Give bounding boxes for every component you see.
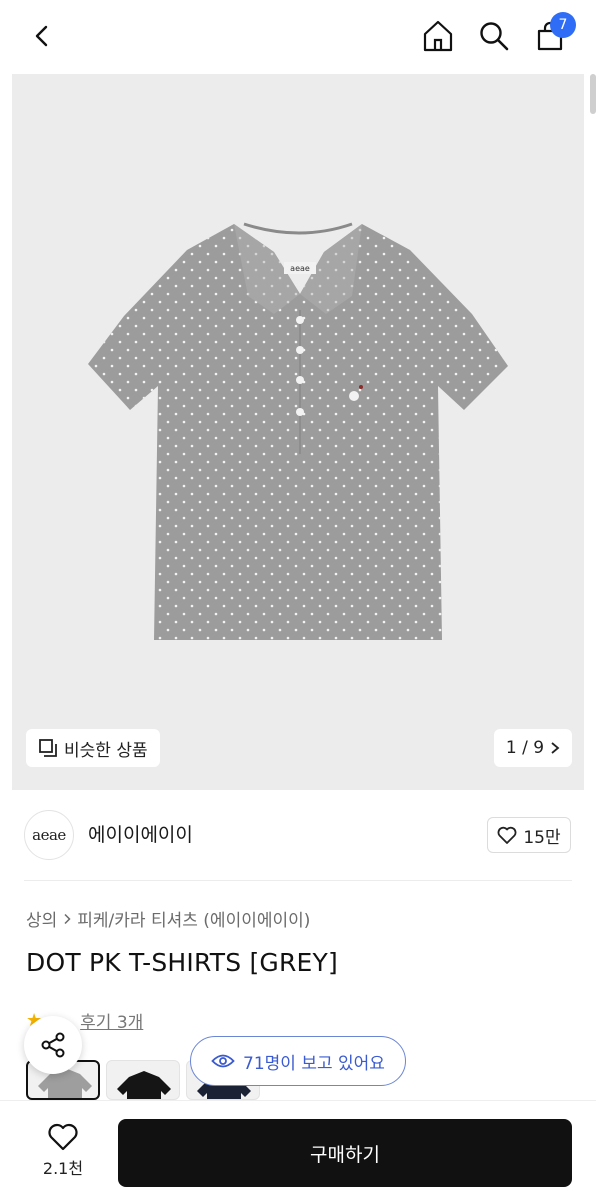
wishlist-button[interactable]: 2.1천: [30, 1119, 96, 1183]
buy-button[interactable]: 구매하기: [118, 1119, 572, 1187]
brand-like-button[interactable]: 15만: [487, 817, 571, 853]
brand-logo[interactable]: aeae: [24, 810, 74, 860]
breadcrumb-subcategory[interactable]: 피케/카라 티셔츠 (에이이에이이): [77, 906, 310, 931]
heart-icon: [48, 1123, 78, 1151]
product-image-carousel[interactable]: aeae: [12, 74, 584, 790]
scrollbar[interactable]: [590, 74, 596, 114]
black-shirt-thumbnail: [117, 1071, 171, 1099]
bottom-action-bar: 2.1천 구매하기: [0, 1100, 596, 1200]
chevron-right-icon: [551, 742, 560, 754]
home-button[interactable]: [416, 14, 460, 58]
share-icon: [41, 1032, 65, 1058]
section-divider: [24, 880, 572, 881]
search-icon: [480, 22, 509, 51]
page-indicator-text: 1 / 9: [505, 738, 545, 758]
search-button[interactable]: [472, 14, 516, 58]
breadcrumb: 상의 피케/카라 티셔츠 (에이이에이이): [26, 906, 310, 931]
breadcrumb-category[interactable]: 상의: [26, 906, 57, 931]
brand-name[interactable]: 에이이에이이: [88, 820, 193, 847]
brand-like-count: 15만: [523, 827, 561, 848]
back-arrow-icon: [35, 25, 48, 47]
brand-logo-text: aeae: [32, 826, 66, 844]
image-page-indicator[interactable]: 1 / 9: [494, 729, 572, 767]
variant-thumbnail-black[interactable]: [106, 1060, 180, 1100]
similar-products-label: 비슷한 상품: [64, 740, 148, 761]
shirt-neck-label: aeae: [290, 264, 310, 273]
cart-count-badge: 7: [550, 12, 576, 38]
product-image: aeae: [88, 222, 508, 640]
review-count-link[interactable]: 후기 3개: [80, 1008, 143, 1033]
similar-items-icon: [39, 739, 57, 757]
viewer-count-pill: 71명이 보고 있어요: [190, 1036, 406, 1086]
share-button[interactable]: [24, 1016, 82, 1074]
top-app-bar: 7: [0, 0, 596, 74]
product-title: DOT PK T-SHIRTS [GREY]: [26, 948, 338, 977]
eye-icon: [211, 1054, 235, 1068]
viewer-count-text: 71명이 보고 있어요: [243, 1053, 385, 1074]
similar-products-button[interactable]: 비슷한 상품: [26, 729, 160, 767]
back-button[interactable]: [20, 14, 64, 58]
cart-button[interactable]: 7: [528, 12, 576, 58]
heart-icon: [497, 826, 517, 844]
wishlist-count: 2.1천: [42, 1159, 84, 1178]
chevron-right-icon: [64, 913, 71, 924]
home-icon: [423, 20, 453, 52]
